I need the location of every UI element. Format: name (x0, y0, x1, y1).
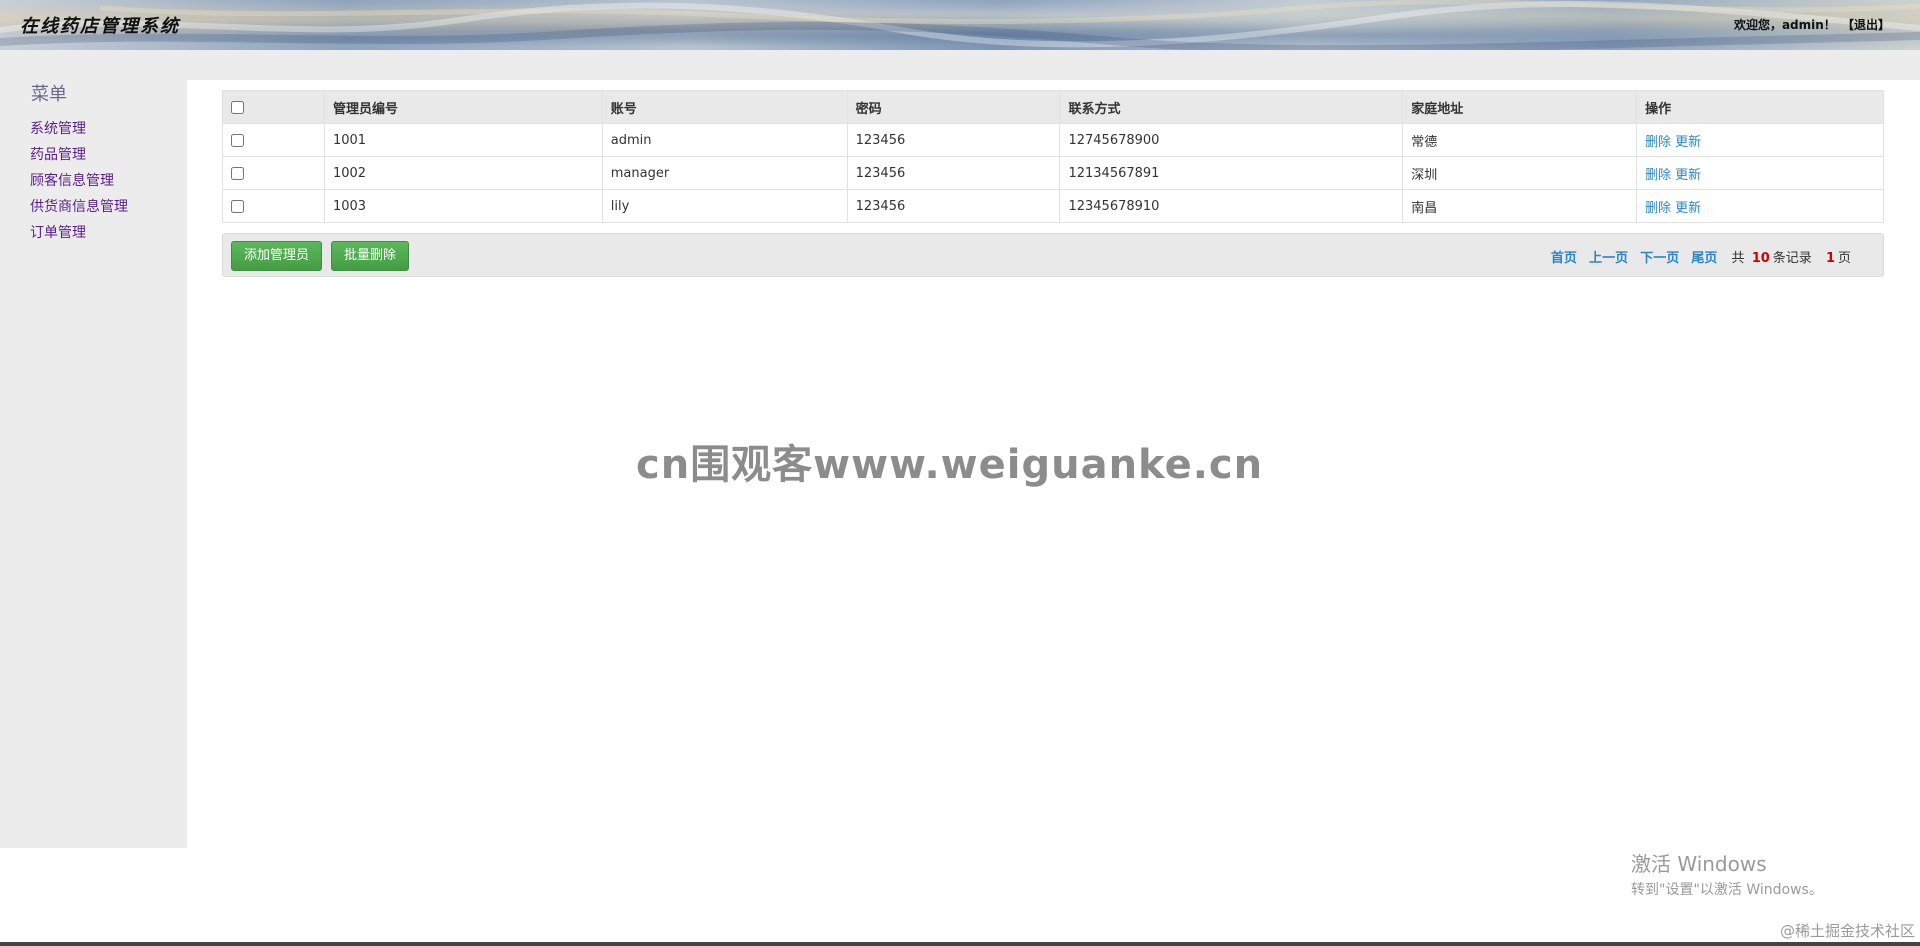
select-all-checkbox[interactable] (231, 100, 244, 114)
cell-password: 123456 (846, 189, 1061, 223)
cell-address: 常德 (1402, 123, 1638, 157)
menu-item-supplier[interactable]: 供货商信息管理 (30, 194, 128, 220)
logout-link[interactable]: 【退出】 (1842, 18, 1890, 32)
table-header-row: 管理员编号 账号 密码 联系方式 家庭地址 操作 (222, 90, 1884, 124)
row-checkbox[interactable] (231, 166, 244, 180)
cell-address: 深圳 (1402, 156, 1638, 190)
update-link[interactable]: 更新 (1675, 201, 1701, 216)
add-admin-button[interactable]: 添加管理员 (231, 241, 323, 271)
cell-account: lily (601, 189, 848, 223)
delete-link[interactable]: 删除 (1645, 135, 1671, 150)
header-account: 账号 (601, 90, 848, 124)
delete-link[interactable]: 删除 (1645, 168, 1671, 183)
activate-subtitle: 转到"设置"以激活 Windows。 (1631, 882, 1823, 898)
cell-admin-id: 1001 (323, 123, 603, 157)
menu-item-system[interactable]: 系统管理 (30, 116, 128, 142)
table-row: 1003 lily 123456 12345678910 南昌 删除 更新 (222, 189, 1884, 223)
update-link[interactable]: 更新 (1675, 135, 1701, 150)
select-all-cell (222, 90, 325, 124)
header-phone: 联系方式 (1059, 90, 1404, 124)
total-records-count: 10 (1751, 251, 1770, 266)
header-admin-id: 管理员编号 (323, 90, 603, 124)
menu-list: 系统管理 药品管理 顾客信息管理 供货商信息管理 订单管理 (30, 116, 128, 246)
cell-phone: 12345678910 (1059, 189, 1404, 223)
cell-address: 南昌 (1402, 189, 1638, 223)
credit-text: @稀土掘金技术社区 (1779, 922, 1915, 940)
cell-actions: 删除 更新 (1636, 123, 1884, 157)
row-select-cell (222, 123, 325, 157)
pagination: 首页 上一页 下一页 尾页 共 10 条记录 1页 (1543, 247, 1851, 266)
taskbar-edge (0, 942, 1920, 946)
row-checkbox[interactable] (231, 199, 244, 213)
painted-background (0, 0, 1920, 50)
total-prefix: 共 (1731, 251, 1745, 266)
cell-admin-id: 1003 (323, 189, 603, 223)
update-link[interactable]: 更新 (1675, 168, 1701, 183)
header-password: 密码 (846, 90, 1061, 124)
windows-activation-notice: 激活 Windows 转到"设置"以激活 Windows。 (1631, 848, 1823, 899)
table-row: 1001 admin 123456 12745678900 常德 删除 更新 (222, 123, 1884, 157)
user-area: 欢迎您，admin！ 【退出】 (1732, 16, 1890, 33)
pages-suffix: 页 (1837, 251, 1851, 266)
next-page-link[interactable]: 下一页 (1640, 251, 1679, 266)
table-row: 1002 manager 123456 12134567891 深圳 删除 更新 (222, 156, 1884, 190)
cell-actions: 删除 更新 (1636, 156, 1884, 190)
last-page-link[interactable]: 尾页 (1691, 251, 1717, 266)
app-title: 在线药店管理系统 (20, 16, 180, 37)
cell-password: 123456 (846, 123, 1061, 157)
first-page-link[interactable]: 首页 (1551, 251, 1577, 266)
header-banner: 在线药店管理系统 欢迎您，admin！ 【退出】 (0, 0, 1920, 50)
row-select-cell (222, 189, 325, 223)
cell-password: 123456 (846, 156, 1061, 190)
table-toolbar: 添加管理员 批量删除 首页 上一页 下一页 尾页 共 10 条记录 1页 (222, 233, 1884, 277)
admin-table: 管理员编号 账号 密码 联系方式 家庭地址 操作 1001 admin 1234… (222, 90, 1884, 223)
sidebar: 菜单 系统管理 药品管理 顾客信息管理 供货商信息管理 订单管理 (0, 50, 187, 848)
cell-admin-id: 1002 (323, 156, 603, 190)
watermark-text: cn围观客www.weiguanke.cn (636, 442, 1264, 488)
header-underline-band (0, 50, 1920, 80)
delete-link[interactable]: 删除 (1645, 201, 1671, 216)
header-actions: 操作 (1636, 90, 1884, 124)
row-checkbox[interactable] (231, 133, 244, 147)
activate-title: 激活 Windows (1631, 852, 1767, 876)
cell-phone: 12134567891 (1059, 156, 1404, 190)
menu-item-medicine[interactable]: 药品管理 (30, 142, 128, 168)
menu-item-orders[interactable]: 订单管理 (30, 220, 128, 246)
cell-phone: 12745678900 (1059, 123, 1404, 157)
row-select-cell (222, 156, 325, 190)
cell-actions: 删除 更新 (1636, 189, 1884, 223)
menu-title: 菜单 (31, 84, 67, 105)
cell-account: admin (601, 123, 848, 157)
menu-item-customer[interactable]: 顾客信息管理 (30, 168, 128, 194)
batch-delete-button[interactable]: 批量删除 (331, 241, 410, 271)
header-address: 家庭地址 (1402, 90, 1638, 124)
welcome-text: 欢迎您，admin！ (1733, 18, 1836, 32)
prev-page-link[interactable]: 上一页 (1589, 251, 1628, 266)
cell-account: manager (601, 156, 848, 190)
total-pages-count: 1 (1825, 251, 1835, 266)
records-suffix: 条记录 (1772, 251, 1812, 266)
